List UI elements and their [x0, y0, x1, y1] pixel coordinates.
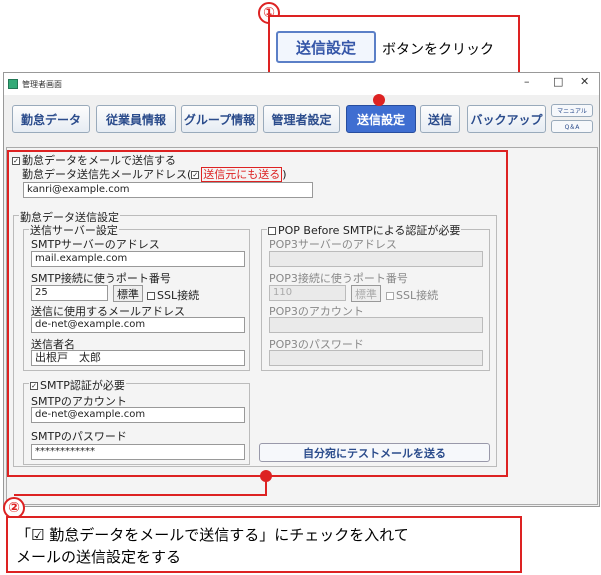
callout-2-line2: メールの送信設定をする [16, 548, 182, 566]
minimize-icon[interactable]: – [524, 75, 530, 88]
group-info-button[interactable]: グループ情報 [181, 105, 258, 133]
send-settings-button[interactable]: 送信設定 [346, 105, 416, 133]
backup-button[interactable]: バックアップ [467, 105, 546, 133]
kintai-data-button[interactable]: 勤怠データ [12, 105, 90, 133]
maximize-icon[interactable]: □ [553, 75, 563, 88]
app-icon [8, 79, 18, 89]
send-button[interactable]: 送信 [420, 105, 460, 133]
employee-info-button[interactable]: 従業員情報 [96, 105, 176, 133]
callout-1-dot [373, 94, 385, 106]
callout-2-connector-h [14, 494, 267, 496]
callout-1-text: ボタンをクリック [382, 42, 494, 58]
highlight-frame [7, 150, 508, 477]
title-bar: 管理者画面 [4, 73, 599, 95]
demo-send-settings-button: 送信設定 [276, 31, 376, 63]
close-icon[interactable]: ✕ [580, 75, 589, 88]
callout-box-2: 「☑ 勤怠データをメールで送信する」にチェックを入れて メールの送信設定をする [6, 516, 522, 573]
callout-2-line1: 「☑ 勤怠データをメールで送信する」にチェックを入れて [16, 526, 409, 544]
qa-button[interactable]: Q＆A [551, 120, 593, 133]
callout-2-connector-v [265, 478, 267, 495]
toolbar: 勤怠データ 従業員情報 グループ情報 管理者設定 送信設定 送信 バックアップ … [4, 95, 599, 141]
manual-button[interactable]: マニュアル [551, 104, 593, 117]
admin-settings-button[interactable]: 管理者設定 [263, 105, 340, 133]
window-title: 管理者画面 [22, 79, 62, 89]
